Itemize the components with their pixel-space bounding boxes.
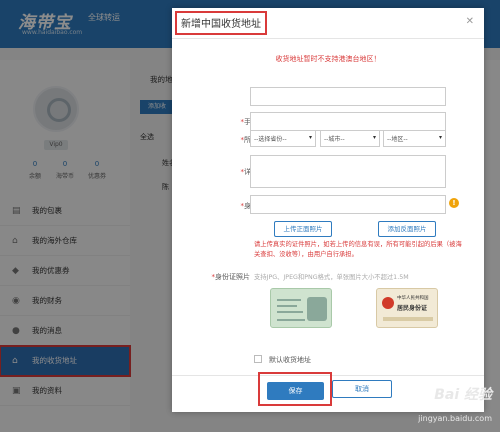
id-text-line bbox=[277, 305, 297, 307]
default-address-label: 默认收货地址 bbox=[269, 356, 311, 364]
phone-input[interactable] bbox=[250, 112, 446, 131]
upload-back-button[interactable]: 添加反面照片 bbox=[378, 221, 436, 237]
chevron-down-icon: ▾ bbox=[438, 134, 442, 141]
id-number-input[interactable] bbox=[250, 195, 446, 214]
id-text-line bbox=[277, 311, 303, 313]
national-emblem-icon bbox=[382, 297, 394, 309]
upload-warning-text: 请上传真实的证件照片，如若上传的信息有误，所有可能引起的后果（被海关查扣、没收等… bbox=[254, 241, 462, 258]
city-select[interactable]: --城市-- ▾ bbox=[320, 130, 380, 147]
district-select[interactable]: --地区-- ▾ bbox=[383, 130, 446, 147]
region-notice: 收货地址暂时不支持港澳台地区！ bbox=[275, 55, 381, 63]
close-icon[interactable]: ✕ bbox=[466, 16, 474, 27]
chevron-down-icon: ▾ bbox=[308, 134, 312, 141]
add-address-dialog: 新增中国收货地址 ✕ 收货地址暂时不支持港澳台地区！ *姓名 *手机号码 *所在… bbox=[172, 8, 484, 412]
id-card-front-sample bbox=[270, 288, 332, 328]
id-text-line bbox=[277, 299, 301, 301]
warning-icon[interactable]: ! bbox=[449, 198, 459, 208]
watermark-logo: Bai 经验 bbox=[434, 387, 492, 403]
dialog-title: 新增中国收货地址 bbox=[175, 11, 267, 35]
id-photo-placeholder bbox=[307, 297, 327, 321]
watermark-url: jingyan.baidu.com bbox=[418, 414, 492, 423]
id-card-band bbox=[383, 317, 433, 321]
cancel-button[interactable]: 取消 bbox=[332, 380, 392, 398]
id-card-back-title: 中华人民共和国 bbox=[397, 296, 429, 301]
id-photo-label: *身份证照片 bbox=[211, 273, 251, 281]
id-text-line bbox=[277, 319, 305, 321]
dialog-header: 新增中国收货地址 ✕ bbox=[172, 8, 484, 39]
format-hint: 支持JPG、JPEG和PNG格式，单张图片大小不超过1.5M bbox=[254, 274, 409, 281]
chevron-down-icon: ▾ bbox=[372, 134, 376, 141]
name-input[interactable] bbox=[250, 87, 446, 106]
id-card-back-sample: 中华人民共和国 居民身份证 bbox=[376, 288, 438, 328]
address-textarea[interactable] bbox=[250, 155, 446, 188]
upload-front-button[interactable]: 上传正面照片 bbox=[274, 221, 332, 237]
save-button[interactable]: 保存 bbox=[267, 382, 324, 400]
province-select[interactable]: --选择省份-- ▾ bbox=[250, 130, 316, 147]
id-card-back-subtitle: 居民身份证 bbox=[397, 305, 428, 312]
save-highlight: 保存 bbox=[258, 372, 332, 406]
default-address-checkbox[interactable] bbox=[254, 355, 262, 363]
